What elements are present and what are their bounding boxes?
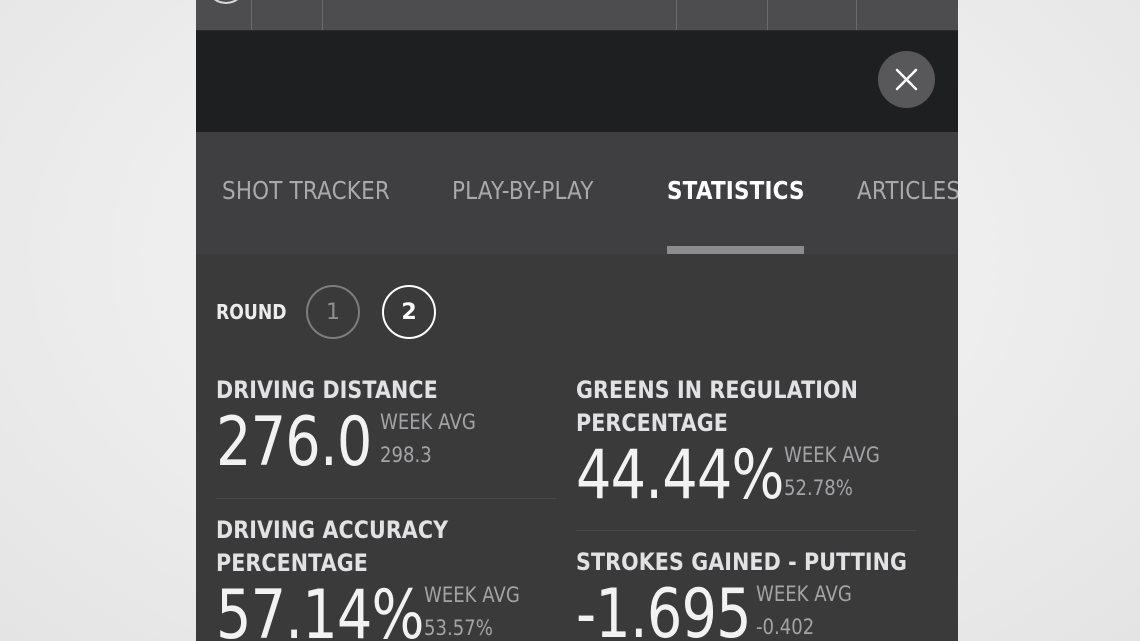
active-tab-indicator	[667, 246, 804, 254]
tab-articles[interactable]: ARTICLES	[857, 176, 958, 205]
stat-value-row: 57.14% WEEK AVG 53.57%	[216, 576, 556, 641]
tab-bar: SHOT TRACKER PLAY-BY-PLAY STATISTICS ART…	[196, 132, 958, 254]
scorecard-strip	[196, 0, 958, 31]
week-avg-label: WEEK AVG	[424, 583, 520, 607]
scorecard-cell-divider	[856, 0, 857, 30]
stat-label: GREENS IN REGULATION	[576, 376, 859, 404]
stat-value: -1.695	[576, 575, 752, 641]
round-1-button[interactable]: 1	[306, 285, 360, 339]
stats-modal: SHOT TRACKER PLAY-BY-PLAY STATISTICS ART…	[196, 0, 958, 641]
statistics-panel: ROUND 1 2 DRIVING DISTANCE 276.0 WEEK AV…	[196, 254, 958, 641]
round-label: ROUND	[216, 300, 287, 324]
tab-play-by-play[interactable]: PLAY-BY-PLAY	[452, 176, 594, 205]
stat-driving-distance: DRIVING DISTANCE 276.0 WEEK AVG 298.3	[216, 374, 556, 487]
scorecard-cell-divider	[676, 0, 677, 30]
stat-greens-in-regulation: GREENS IN REGULATION PERCENTAGE 44.44% W…	[576, 374, 916, 520]
stat-value-row: 44.44% WEEK AVG 52.78%	[576, 436, 916, 520]
scorecard-cell-divider	[322, 0, 323, 30]
stat-divider	[216, 498, 556, 499]
week-avg-value: -0.402	[756, 615, 815, 639]
stat-value: 276.0	[216, 403, 372, 482]
scorecard-cell-divider	[251, 0, 252, 30]
stat-value-row: -1.695 WEEK AVG -0.402	[576, 575, 916, 641]
round-2-button[interactable]: 2	[382, 285, 436, 339]
modal-header	[196, 31, 958, 132]
week-avg-label: WEEK AVG	[380, 410, 476, 434]
scorecard-circle-marker	[206, 0, 246, 4]
stat-strokes-gained-putting: STROKES GAINED - PUTTING -1.695 WEEK AVG…	[576, 546, 916, 641]
week-avg-value: 52.78%	[784, 476, 853, 500]
week-avg-label: WEEK AVG	[756, 582, 852, 606]
scorecard-cell-divider	[767, 0, 768, 30]
stat-value-row: 276.0 WEEK AVG 298.3	[216, 403, 556, 487]
stat-value: 44.44%	[576, 436, 785, 515]
week-avg-value: 53.57%	[424, 616, 493, 640]
tab-statistics[interactable]: STATISTICS	[667, 176, 805, 205]
stat-value: 57.14%	[216, 576, 425, 641]
close-button[interactable]	[878, 51, 935, 108]
stat-label: DRIVING ACCURACY	[216, 516, 449, 544]
stat-divider	[576, 530, 916, 531]
stat-driving-accuracy: DRIVING ACCURACY PERCENTAGE 57.14% WEEK …	[216, 514, 556, 641]
tab-shot-tracker[interactable]: SHOT TRACKER	[222, 176, 390, 205]
week-avg-value: 298.3	[380, 443, 432, 467]
week-avg-label: WEEK AVG	[784, 443, 880, 467]
close-icon	[895, 68, 918, 91]
